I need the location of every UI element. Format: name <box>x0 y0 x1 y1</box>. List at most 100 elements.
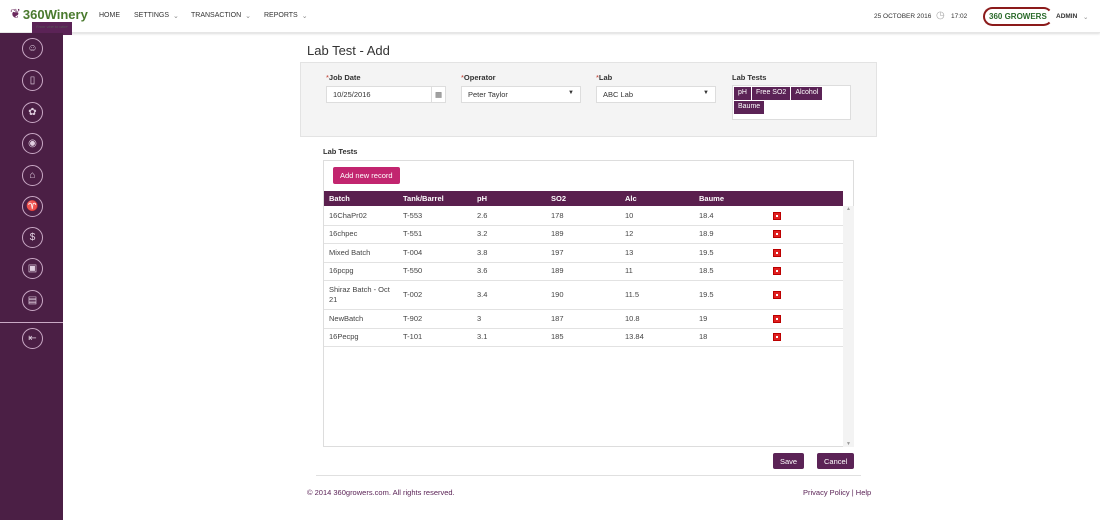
table-row[interactable]: 16chpec T-551 3.2 189 12 18.9 <box>324 226 843 244</box>
table-cell[interactable]: 13 <box>620 248 694 258</box>
calendar-icon[interactable]: ▦ <box>431 87 445 102</box>
table-cell[interactable]: T-002 <box>398 290 472 300</box>
table-cell[interactable]: 3.2 <box>472 229 546 239</box>
tag-baume[interactable]: Baume <box>734 101 765 114</box>
table-cell[interactable]: 3.1 <box>472 332 546 342</box>
lab-select[interactable]: ABC Lab ▼ <box>596 86 716 103</box>
table-cell[interactable]: 11.5 <box>620 290 694 300</box>
table-cell[interactable]: 187 <box>546 314 620 324</box>
table-cell[interactable]: T-004 <box>398 248 472 258</box>
dollar-icon[interactable]: $ <box>22 227 43 248</box>
table-cell[interactable]: T-902 <box>398 314 472 324</box>
delete-icon[interactable] <box>773 333 781 342</box>
table-cell[interactable]: Shiraz Batch - Oct 21 <box>324 285 396 305</box>
nav-settings[interactable]: SETTINGS ⌄ <box>134 12 179 20</box>
cancel-button[interactable]: Cancel <box>817 453 855 469</box>
table-cell[interactable]: T-101 <box>398 332 472 342</box>
table-cell[interactable]: 197 <box>546 248 620 258</box>
column-header[interactable]: Baume <box>694 194 768 203</box>
operator-select[interactable]: Peter Taylor ▼ <box>461 86 581 103</box>
column-header[interactable]: pH <box>472 194 546 203</box>
table-cell[interactable]: 13.84 <box>620 332 694 342</box>
table-row[interactable]: Mixed Batch T-004 3.8 197 13 19.5 <box>324 244 843 263</box>
table-row[interactable]: 16Pecpg T-101 3.1 185 13.84 18 <box>324 329 843 347</box>
delete-icon[interactable] <box>773 248 781 257</box>
table-cell[interactable]: NewBatch <box>324 314 396 324</box>
table-cell[interactable]: 18.9 <box>694 229 768 239</box>
delete-icon[interactable] <box>773 314 781 323</box>
table-cell[interactable]: 11 <box>620 266 694 276</box>
table-cell[interactable]: 3 <box>472 314 546 324</box>
user-icon[interactable]: ☺ <box>22 38 43 59</box>
table-row[interactable]: 16pcpg T-550 3.6 189 11 18.5 <box>324 263 843 281</box>
cheers-icon[interactable]: ♈ <box>22 196 43 217</box>
grapes-icon[interactable]: ✿ <box>22 102 43 123</box>
table-cell[interactable]: 16pcpg <box>324 266 396 276</box>
table-cell[interactable]: 189 <box>546 266 620 276</box>
table-cell[interactable]: T-551 <box>398 229 472 239</box>
table-cell[interactable]: 19.5 <box>694 290 768 300</box>
column-header[interactable]: Batch <box>324 194 398 203</box>
nav-home[interactable]: HOME <box>99 12 120 19</box>
user-menu[interactable]: ADMIN <box>1056 13 1077 20</box>
report-icon[interactable]: ▤ <box>22 290 43 311</box>
grapes-logo-icon: ❦ <box>10 6 21 21</box>
table-row[interactable]: NewBatch T-902 3 187 10.8 19 <box>324 310 843 329</box>
table-cell[interactable]: 189 <box>546 229 620 239</box>
scroll-down-icon[interactable]: ▼ <box>843 441 854 447</box>
table-cell[interactable]: 18.4 <box>694 211 768 221</box>
table-cell[interactable]: 19 <box>694 314 768 324</box>
table-cell[interactable]: 19.5 <box>694 248 768 258</box>
table-row[interactable]: Shiraz Batch - Oct 21 T-002 3.4 190 11.5 19.5 <box>324 281 843 310</box>
column-header[interactable]: SO2 <box>546 194 620 203</box>
delete-icon[interactable] <box>773 291 781 299</box>
table-cell[interactable]: 16Pecpg <box>324 332 396 342</box>
table-cell[interactable]: 18 <box>694 332 768 342</box>
nav-reports[interactable]: REPORTS ⌄ <box>264 12 308 20</box>
table-cell[interactable]: 178 <box>546 211 620 221</box>
table-cell[interactable]: 16chpec <box>324 229 396 239</box>
tag-free-so2[interactable]: Free SO2 <box>751 87 791 100</box>
table-cell[interactable]: 3.6 <box>472 266 546 276</box>
table-cell[interactable]: 18.5 <box>694 266 768 276</box>
footer-links[interactable]: Privacy Policy | Help <box>803 488 871 497</box>
table-cell[interactable]: 190 <box>546 290 620 300</box>
logout-icon[interactable]: ⇤ <box>22 328 43 349</box>
table-cell[interactable]: 185 <box>546 332 620 342</box>
column-header[interactable]: Alc <box>620 194 694 203</box>
job-date-input[interactable]: 10/25/2016 ▦ <box>326 86 446 103</box>
table-cell[interactable]: T-553 <box>398 211 472 221</box>
sidebar-divider <box>0 322 63 323</box>
lab-tests-multiselect[interactable]: pH Free SO2 Alcohol Baume <box>732 85 851 120</box>
table-cell[interactable]: Mixed Batch <box>324 248 396 258</box>
save-button[interactable]: Save <box>773 453 805 469</box>
table-cell[interactable]: 12 <box>620 229 694 239</box>
dining-icon[interactable]: ◉ <box>22 133 43 154</box>
bottle-icon[interactable]: ▯ <box>22 70 43 91</box>
table-cell[interactable]: 3.8 <box>472 248 546 258</box>
grid-scrollbar[interactable]: ▲ ▼ <box>843 206 854 447</box>
table-cell[interactable]: T-550 <box>398 266 472 276</box>
app-logo[interactable]: ❦ 360Winery From vine to wine <box>10 6 88 35</box>
lab-tests-grid: Add new record Batch Tank/Barrel pH SO2 Alc B… <box>323 160 854 447</box>
delete-icon[interactable] <box>773 211 781 220</box>
scroll-up-icon[interactable]: ▲ <box>843 206 854 212</box>
table-cell[interactable]: 2.6 <box>472 211 546 221</box>
table-cell[interactable]: 3.4 <box>472 290 546 300</box>
table-cell[interactable]: 16ChaPr02 <box>324 211 396 221</box>
table-cell[interactable]: 10 <box>620 211 694 221</box>
delete-icon[interactable] <box>773 267 781 276</box>
winery-icon[interactable]: ⌂ <box>22 165 43 186</box>
table-cell[interactable]: 10.8 <box>620 314 694 324</box>
add-new-record-button[interactable]: Add new record <box>333 167 400 184</box>
gift-icon[interactable]: ▣ <box>22 258 43 279</box>
delete-icon[interactable] <box>773 230 781 239</box>
brand-name: 360Winery <box>22 6 88 22</box>
tag-alcohol[interactable]: Alcohol <box>791 87 823 100</box>
nav-transaction[interactable]: TRANSACTION ⌄ <box>191 12 251 20</box>
tag-ph[interactable]: pH <box>734 87 751 100</box>
table-row[interactable]: 16ChaPr02 T-553 2.6 178 10 18.4 <box>324 207 843 226</box>
column-header[interactable]: Tank/Barrel <box>398 194 472 203</box>
nav-label: SETTINGS <box>134 12 170 19</box>
chevron-down-icon[interactable]: ⌄ <box>1083 13 1088 21</box>
